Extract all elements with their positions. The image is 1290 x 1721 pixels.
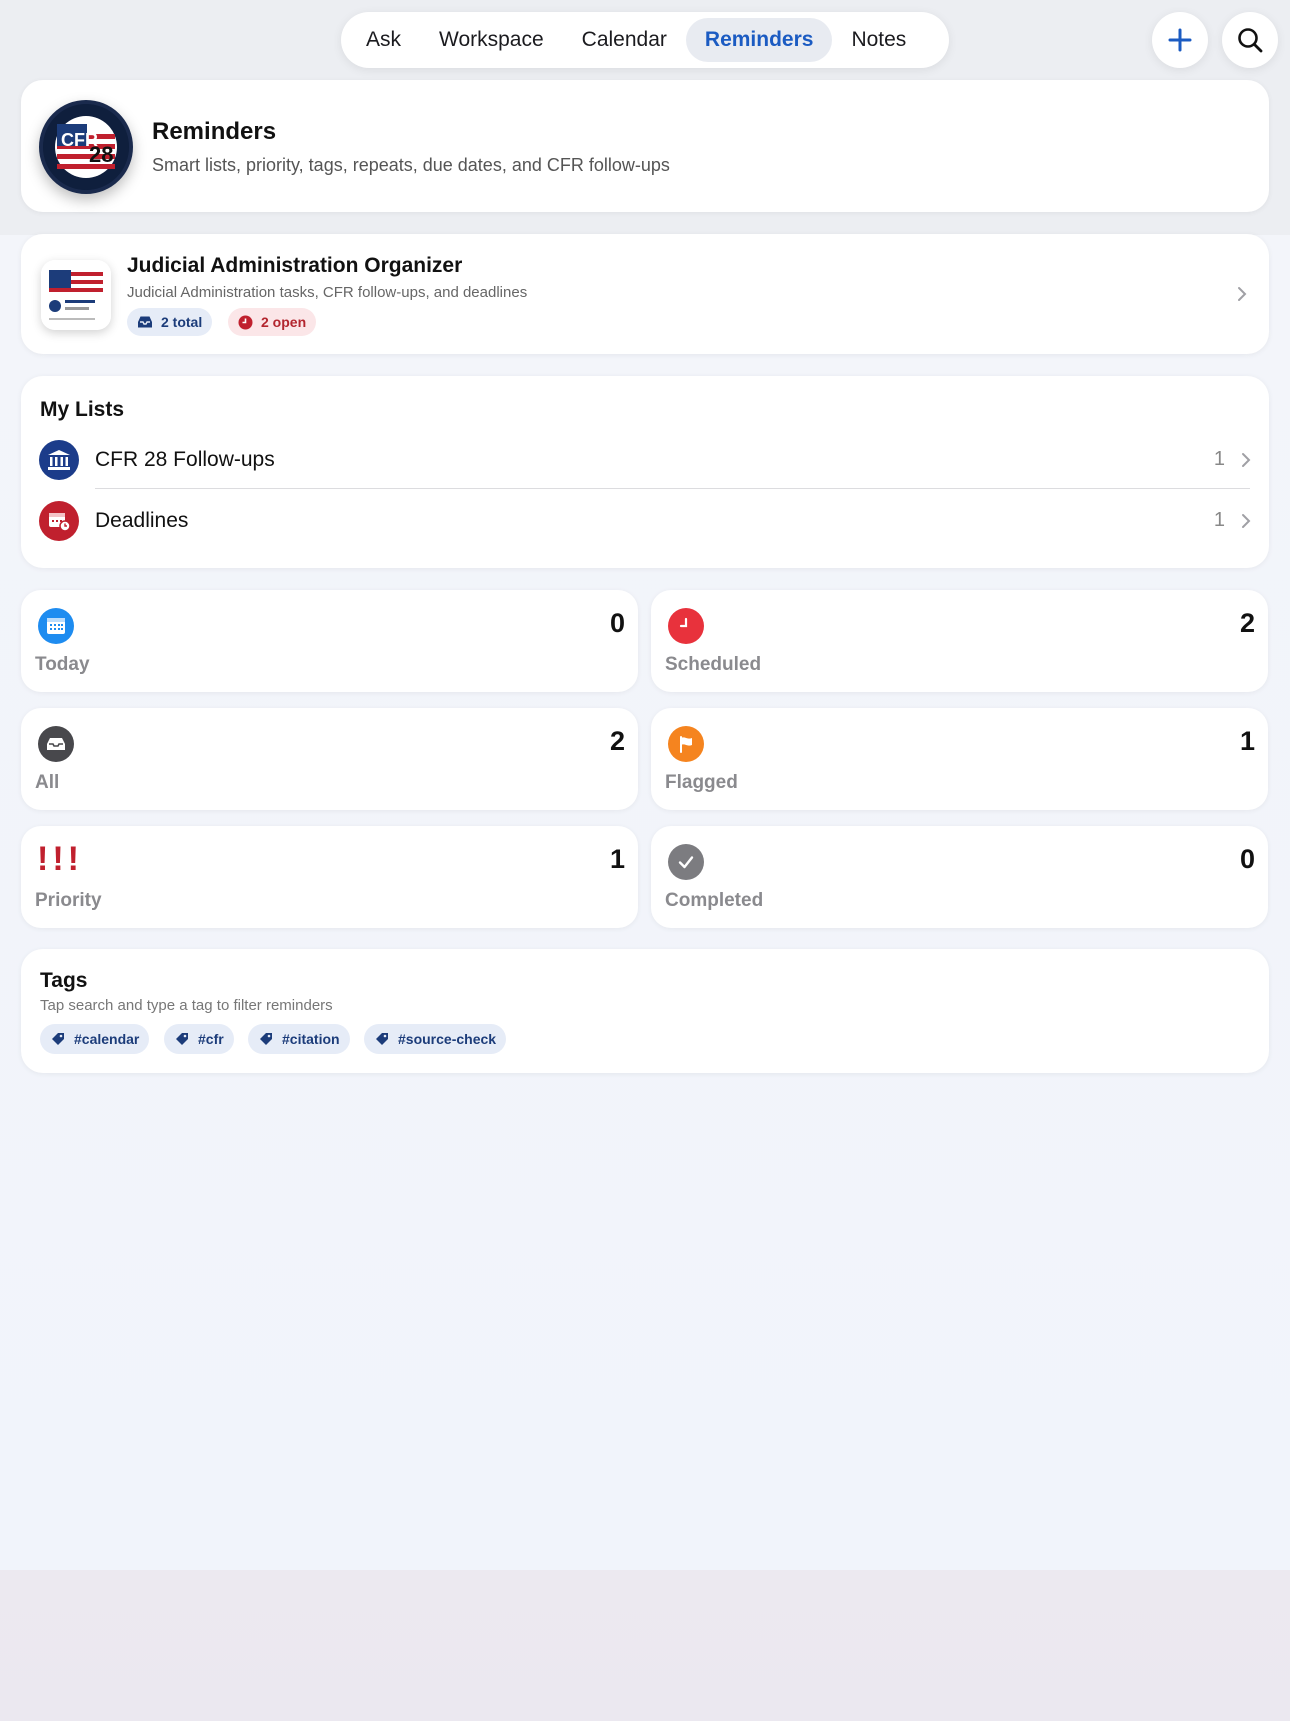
tag-label: #citation: [282, 1031, 340, 1047]
organizer-subtitle: Judicial Administration tasks, CFR follo…: [127, 284, 528, 301]
tag-icon: [52, 1033, 64, 1045]
tags-card: Tags Tap search and type a tag to filter…: [21, 949, 1269, 1073]
tags-title: Tags: [40, 969, 88, 992]
tag-icon: [260, 1033, 272, 1045]
tile-count: 1: [1239, 726, 1255, 756]
tile-label: Completed: [665, 890, 764, 911]
top-bar: Ask Workspace Calendar Reminders Notes: [0, 0, 1290, 80]
add-button[interactable]: [1152, 12, 1208, 68]
smart-list-today[interactable]: 0 Today: [21, 590, 638, 692]
flag-icon: [668, 726, 704, 762]
list-item-deadlines[interactable]: Deadlines 1: [21, 491, 1269, 549]
tile-label: Scheduled: [665, 654, 762, 675]
tag-label: #cfr: [198, 1031, 224, 1047]
tile-count: 2: [1239, 608, 1255, 638]
smart-list-priority[interactable]: !!! 1 Priority: [21, 826, 638, 928]
search-button[interactable]: [1222, 12, 1278, 68]
tag-citation[interactable]: #citation: [248, 1024, 350, 1054]
tab-reminders[interactable]: Reminders: [685, 18, 833, 62]
tile-count: 1: [609, 844, 625, 874]
reminders-header-card: CFR 28 Reminders Smart lists, priority, …: [21, 80, 1269, 212]
open-badge: 2 open: [228, 308, 317, 336]
tag-label: #calendar: [74, 1031, 140, 1047]
tab-notes[interactable]: Notes: [832, 18, 925, 62]
tag-icon: [176, 1033, 188, 1045]
my-lists-card: My Lists CFR 28 Follow-ups 1 Deadlines 1: [21, 376, 1269, 568]
tag-calendar[interactable]: #calendar: [40, 1024, 150, 1054]
open-label: 2 open: [261, 314, 307, 330]
tile-count: 0: [1239, 844, 1255, 874]
list-label: CFR 28 Follow-ups: [95, 448, 275, 471]
tag-label: #source-check: [398, 1031, 497, 1047]
tile-count: 2: [609, 726, 625, 756]
list-count: 1: [1213, 509, 1225, 531]
exclamation-icon: !!!: [37, 840, 83, 878]
calendar-icon: [38, 608, 74, 644]
section-tabs: Ask Workspace Calendar Reminders Notes: [341, 12, 949, 68]
chevron-right-icon: [1238, 287, 1247, 301]
plus-icon: [1168, 28, 1192, 52]
calendar-clock-icon: [39, 501, 79, 541]
organizer-title: Judicial Administration Organizer: [127, 254, 463, 277]
my-lists-title: My Lists: [40, 398, 125, 421]
tag-icon: [376, 1033, 388, 1045]
app-logo: CFR 28: [39, 100, 133, 194]
tile-label: Today: [35, 654, 90, 675]
tab-workspace[interactable]: Workspace: [420, 18, 563, 62]
magnifier-icon: [1238, 28, 1263, 53]
page-subtitle: Smart lists, priority, tags, repeats, du…: [152, 155, 670, 175]
smart-list-completed[interactable]: 0 Completed: [651, 826, 1268, 928]
tile-label: Flagged: [665, 772, 738, 793]
chevron-right-icon: [1242, 453, 1251, 467]
tray-icon: [38, 726, 74, 762]
document-icon: [41, 260, 111, 330]
smart-list-all[interactable]: 2 All: [21, 708, 638, 810]
tray-icon: [138, 316, 152, 328]
tile-label: Priority: [35, 890, 102, 911]
tile-count: 0: [609, 608, 625, 638]
total-label: 2 total: [161, 314, 203, 330]
page-title: Reminders: [152, 118, 277, 145]
smart-list-scheduled[interactable]: 2 Scheduled: [651, 590, 1268, 692]
smart-list-flagged[interactable]: 1 Flagged: [651, 708, 1268, 810]
checkmark-icon: [668, 844, 704, 880]
list-item-cfr-follow-ups[interactable]: CFR 28 Follow-ups 1: [21, 430, 1269, 488]
clock-icon: [668, 608, 704, 644]
tab-ask[interactable]: Ask: [347, 18, 420, 62]
tag-cfr[interactable]: #cfr: [164, 1024, 234, 1054]
list-count: 1: [1213, 448, 1225, 470]
clock-icon: [238, 315, 253, 329]
total-badge: 2 total: [127, 308, 213, 336]
courthouse-icon: [39, 440, 79, 480]
tile-label: All: [35, 772, 60, 793]
tag-source-check[interactable]: #source-check: [364, 1024, 507, 1054]
tab-calendar[interactable]: Calendar: [563, 18, 686, 62]
logo-number: 28: [89, 142, 114, 167]
list-divider: [95, 488, 1250, 489]
organizer-thumbnail: [41, 260, 111, 330]
list-label: Deadlines: [95, 509, 189, 532]
chevron-right-icon: [1242, 514, 1251, 528]
organizer-card[interactable]: Judicial Administration Organizer Judici…: [21, 234, 1269, 354]
tags-subtitle: Tap search and type a tag to filter remi…: [40, 997, 333, 1014]
